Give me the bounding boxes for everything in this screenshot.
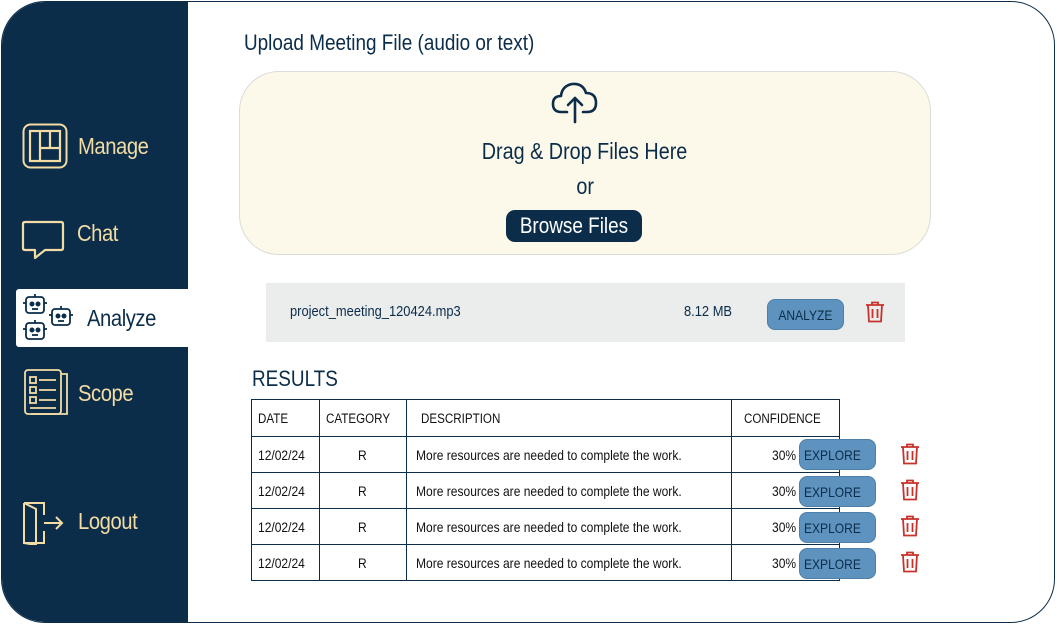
table-row: 12/02/24 R More resources are needed to … [251, 508, 841, 545]
board-icon [22, 123, 68, 169]
column-header: CONFIDENCE [730, 399, 841, 437]
or-text: or [576, 173, 594, 199]
column-header: DESCRIPTION [406, 399, 732, 437]
drop-instruction: Drag & Drop Files Here [482, 138, 688, 164]
column-header: CATEGORY [318, 399, 408, 437]
table-row: 12/02/24 R More resources are needed to … [251, 472, 841, 509]
chat-bubble-icon [21, 220, 65, 260]
upload-title: Upload Meeting File (audio or text) [244, 30, 535, 55]
app-window: Manage Chat Analyze Scope Logout Upload … [1, 1, 1055, 623]
trash-icon[interactable] [865, 301, 885, 323]
trash-icon[interactable] [900, 479, 920, 501]
browse-files-button[interactable]: Browse Files [506, 210, 642, 242]
table-row: 12/02/24 R More resources are needed to … [251, 544, 841, 581]
explore-button[interactable]: EXPLORE [799, 512, 876, 543]
explore-button[interactable]: EXPLORE [799, 476, 876, 507]
uploaded-file-row: project_meeting_120424.mp3 8.12 MB ANALY… [266, 283, 905, 342]
date-cell: 12/02/24 [251, 472, 320, 509]
date-cell: 12/02/24 [251, 508, 320, 545]
explore-button[interactable]: EXPLORE [799, 548, 876, 579]
trash-icon[interactable] [900, 515, 920, 537]
robots-icon [23, 294, 73, 340]
logout-button[interactable]: Logout [2, 492, 188, 550]
column-header: DATE [251, 399, 320, 437]
file-size: 8.12 MB [684, 303, 733, 320]
table-header-row: DATE CATEGORY DESCRIPTION CONFIDENCE [251, 399, 841, 437]
sidebar-item-label: Scope [78, 379, 134, 406]
category-cell: R [318, 472, 408, 509]
description-cell: More resources are needed to complete th… [406, 508, 732, 545]
trash-icon[interactable] [900, 443, 920, 465]
table-row: 12/02/24 R More resources are needed to … [251, 436, 841, 473]
logout-icon [23, 502, 64, 545]
category-cell: R [318, 544, 408, 581]
sidebar-item-manage[interactable]: Manage [2, 117, 188, 175]
description-cell: More resources are needed to complete th… [406, 436, 732, 473]
file-name: project_meeting_120424.mp3 [290, 303, 461, 320]
description-cell: More resources are needed to complete th… [406, 544, 732, 581]
checklist-icon [24, 369, 68, 415]
date-cell: 12/02/24 [251, 436, 320, 473]
drop-zone[interactable]: Drag & Drop Files Here or Browse Files [239, 71, 931, 255]
description-cell: More resources are needed to complete th… [406, 472, 732, 509]
category-cell: R [318, 508, 408, 545]
logout-label: Logout [78, 507, 138, 534]
sidebar-item-analyze[interactable]: Analyze [16, 289, 188, 347]
sidebar-item-scope[interactable]: Scope [2, 364, 188, 422]
sidebar: Manage Chat Analyze Scope Logout [2, 2, 188, 622]
trash-icon[interactable] [900, 551, 920, 573]
sidebar-item-label: Analyze [87, 304, 156, 331]
category-cell: R [318, 436, 408, 473]
explore-button[interactable]: EXPLORE [799, 439, 876, 470]
analyze-button[interactable]: ANALYZE [767, 299, 844, 330]
results-table: DATE CATEGORY DESCRIPTION CONFIDENCE 12/… [251, 399, 841, 581]
results-title: RESULTS [252, 366, 338, 391]
cloud-upload-icon [551, 82, 598, 124]
sidebar-item-label: Chat [77, 219, 119, 246]
sidebar-item-chat[interactable]: Chat [2, 204, 188, 262]
sidebar-item-label: Manage [78, 132, 149, 159]
date-cell: 12/02/24 [251, 544, 320, 581]
